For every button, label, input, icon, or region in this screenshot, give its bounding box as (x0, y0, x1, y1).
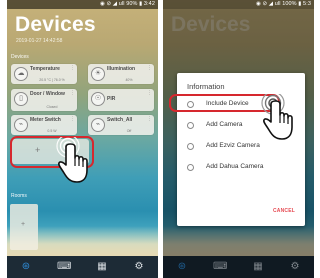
door-icon: ▯ (14, 92, 28, 106)
device-name: Meter Switch (30, 117, 61, 123)
dialog-title: Information (187, 82, 225, 91)
option-add-dahua-camera[interactable]: Add Dahua Camera (187, 162, 297, 174)
device-name: Door / Window (30, 91, 65, 97)
device-status: Off (126, 129, 132, 133)
device-name: Switch_All (107, 117, 133, 123)
pointing-hand-icon (261, 94, 293, 140)
devices-screen: ◉ ⊘ ◢ ull 90% ▮ 3:42 Devices 2019-01-27 … (7, 0, 158, 278)
wifi-signal-icon[interactable]: ⊛ (175, 260, 189, 274)
device-status: 40% (125, 78, 133, 82)
thermometer-icon: ☁ (14, 67, 28, 81)
switch-icon: ⌁ (14, 118, 28, 132)
sun-icon: ☀ (91, 67, 105, 81)
network-icon[interactable]: ▦ (95, 260, 109, 274)
settings-gear-icon[interactable]: ⚙ (132, 260, 146, 274)
plus-icon: + (21, 221, 26, 228)
option-label: Add Ezviz Camera (206, 142, 260, 149)
device-menu-icon[interactable]: ⋮ (70, 116, 75, 122)
devices-section-label: Devices (11, 54, 29, 60)
add-room-button[interactable]: + (10, 204, 38, 250)
add-device-dialog-screen: Devices ◉ ⊘ ◢ ull 100% ▮ 5:3 Information… (163, 0, 314, 278)
status-bar: ◉ ⊘ ◢ ull 90% ▮ 3:42 (7, 0, 158, 9)
motion-icon: ☉ (91, 92, 105, 106)
device-menu-icon[interactable]: ⋮ (147, 116, 152, 122)
tutorial-screenshot: ◉ ⊘ ◢ ull 90% ▮ 3:42 Devices 2019-01-27 … (0, 0, 318, 278)
radio-button[interactable] (187, 122, 194, 129)
keyboard-icon[interactable]: ⌨ (57, 260, 71, 274)
device-tile-illumination[interactable]: ☀ Illumination 40% ⋮ (88, 64, 154, 84)
device-status: 20.5 °C | 76.0 % (39, 78, 65, 82)
option-label: Add Dahua Camera (206, 163, 264, 170)
device-tile-temperature[interactable]: ☁ Temperature 20.5 °C | 76.0 % ⋮ (11, 64, 77, 84)
radio-button[interactable] (187, 164, 194, 171)
device-menu-icon[interactable]: ⋮ (70, 90, 75, 96)
bottom-nav: ⊛ ⌨ ▦ ⚙ (7, 256, 158, 278)
cancel-button[interactable]: CANCEL (273, 208, 295, 214)
rooms-section-label: Rooms (11, 193, 27, 199)
device-name: PIR (107, 96, 116, 102)
device-tile-door-window[interactable]: ▯ Door / Window Closed ⋮ (11, 89, 77, 111)
page-title: Devices (15, 13, 96, 36)
status-bar: ◉ ⊘ ◢ ull 100% ▮ 5:3 (163, 0, 314, 9)
radio-button[interactable] (187, 143, 194, 150)
device-name: Illumination (107, 66, 136, 72)
pointing-hand-icon (56, 137, 88, 183)
option-label: Add Camera (206, 121, 243, 128)
option-add-ezviz-camera[interactable]: Add Ezviz Camera (187, 141, 297, 153)
device-tile-switch-all[interactable]: ⌁ Switch_All Off ⋮ (88, 115, 154, 135)
datetime-label: 2019-01-27 14:42:58 (16, 38, 63, 44)
switch-all-icon: ⌁ (91, 118, 105, 132)
device-status: 0.5 W (47, 129, 57, 133)
keyboard-icon[interactable]: ⌨ (213, 260, 227, 274)
device-menu-icon[interactable]: ⋮ (147, 90, 152, 96)
device-menu-icon[interactable]: ⋮ (147, 65, 152, 71)
bottom-nav: ⊛ ⌨ ▦ ⚙ (163, 256, 314, 278)
device-menu-icon[interactable]: ⋮ (70, 65, 75, 71)
settings-gear-icon[interactable]: ⚙ (288, 260, 302, 274)
device-tile-pir[interactable]: ☉ PIR ⋮ (88, 89, 154, 111)
device-status: Closed (46, 105, 58, 109)
device-tile-meter-switch[interactable]: ⌁ Meter Switch 0.5 W ⋮ (11, 115, 77, 135)
network-icon[interactable]: ▦ (251, 260, 265, 274)
wifi-signal-icon[interactable]: ⊛ (19, 260, 33, 274)
device-name: Temperature (30, 66, 60, 72)
